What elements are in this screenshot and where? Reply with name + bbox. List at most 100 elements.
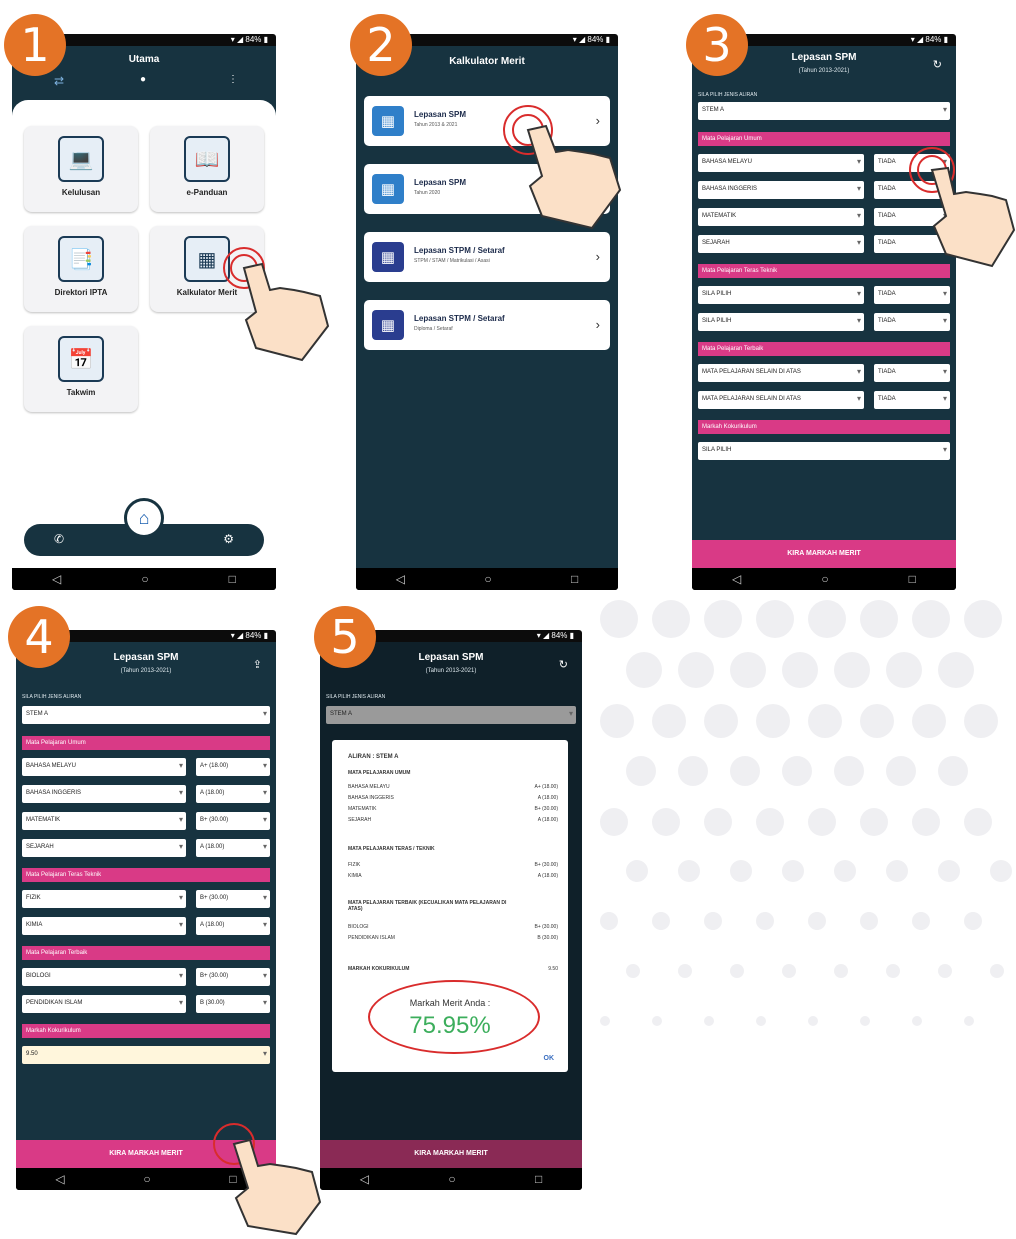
grade-select[interactable]: A (18.00) <box>196 917 270 935</box>
settings-icon[interactable]: ⚙ <box>223 532 234 546</box>
share-icon[interactable]: ⇪ <box>253 658 262 671</box>
pattern-dot <box>652 704 686 738</box>
subject-select[interactable]: BIOLOGI <box>22 968 186 986</box>
home-icon: ⌂ <box>138 508 150 528</box>
directory-icon: 📑 <box>58 236 104 282</box>
subject-select[interactable]: KIMIA <box>22 917 186 935</box>
tile-kelulusan[interactable]: 💻 Kelulusan <box>24 126 138 212</box>
home-nav-icon[interactable]: ○ <box>448 1172 455 1186</box>
pattern-dot <box>964 808 992 836</box>
grade-select[interactable]: B+ (30.00) <box>196 890 270 908</box>
back-icon[interactable]: ◁ <box>360 1172 369 1186</box>
home-nav-icon[interactable]: ○ <box>821 572 828 586</box>
pattern-dot <box>782 860 804 882</box>
phone-screen-5: ▾ ◢ 84% ▮ Lepasan SPM (Tahun 2013-2021) … <box>320 630 582 1190</box>
subject-select[interactable]: BAHASA INGGERIS <box>698 181 864 199</box>
subject-select[interactable]: SILA PILIH <box>698 286 864 304</box>
grade-select[interactable]: A+ (18.00) <box>196 758 270 776</box>
card-lepasan-stpm[interactable]: ▦ Lepasan STPM / Setaraf STPM / STAM / M… <box>364 232 610 282</box>
subject-select[interactable]: PENDIDIKAN ISLAM <box>22 995 186 1013</box>
pattern-dot <box>834 756 864 786</box>
dot-pattern <box>600 600 1016 1080</box>
pattern-dot <box>652 1016 662 1026</box>
subject-select[interactable]: BAHASA MELAYU <box>22 758 186 776</box>
calculator-icon: ▦ <box>372 310 404 340</box>
tile-e-panduan[interactable]: 📖 e-Panduan <box>150 126 264 212</box>
section-teras: MATA PELAJARAN TERAS / TEKNIK <box>348 846 435 852</box>
subject-select[interactable]: SEJARAH <box>22 839 186 857</box>
subject-select[interactable]: FIZIK <box>22 890 186 908</box>
pattern-dot <box>912 912 930 930</box>
pattern-dot <box>860 912 878 930</box>
home-button[interactable]: ⌂ <box>124 498 164 538</box>
tile-direktori-ipta[interactable]: 📑 Direktori IPTA <box>24 226 138 312</box>
pattern-dot <box>808 1016 818 1026</box>
subject-select[interactable]: MATEMATIK <box>22 812 186 830</box>
recent-icon[interactable]: □ <box>909 572 916 586</box>
ok-button[interactable]: OK <box>544 1055 555 1062</box>
subject-select[interactable]: MATA PELAJARAN SELAIN DI ATAS <box>698 364 864 382</box>
more-icon[interactable]: ⋮ <box>228 74 238 85</box>
subject-select[interactable]: SILA PILIH <box>698 313 864 331</box>
grade-select[interactable]: TIADA <box>874 286 950 304</box>
home-nav-icon[interactable]: ○ <box>141 572 148 586</box>
chevron-right-icon: › <box>595 249 600 264</box>
back-icon[interactable]: ◁ <box>732 572 741 586</box>
card-lepasan-diploma[interactable]: ▦ Lepasan STPM / Setaraf Diploma / Setar… <box>364 300 610 350</box>
card-subtitle: Tahun 2013 & 2021 <box>414 122 458 128</box>
subject-select[interactable]: BAHASA INGGERIS <box>22 785 186 803</box>
recent-icon[interactable]: □ <box>571 572 578 586</box>
calculate-button[interactable]: KIRA MARKAH MERIT <box>320 1140 582 1168</box>
grade-select[interactable]: TIADA <box>874 364 950 382</box>
step-badge-3: 3 <box>686 14 748 76</box>
pattern-dot <box>808 704 842 738</box>
share-icon[interactable]: ⇄ <box>54 74 64 88</box>
pattern-dot <box>756 1016 766 1026</box>
subject-select[interactable]: BAHASA MELAYU <box>698 154 864 172</box>
grade-select[interactable]: TIADA <box>874 391 950 409</box>
aliran-select[interactable]: STEM A <box>698 102 950 120</box>
card-title: Lepasan SPM <box>414 110 467 119</box>
recent-icon[interactable]: □ <box>535 1172 542 1186</box>
pattern-dot <box>600 704 634 738</box>
tile-takwim[interactable]: 📅 Takwim <box>24 326 138 412</box>
grade-select[interactable]: B (30.00) <box>196 995 270 1013</box>
subject-select[interactable]: SILA PILIH <box>698 442 950 460</box>
result-grade: B+ (30.00) <box>534 806 559 812</box>
aliran-select[interactable]: STEM A <box>22 706 270 724</box>
grade-select[interactable]: A (18.00) <box>196 839 270 857</box>
refresh-icon[interactable]: ↻ <box>933 58 942 71</box>
tile-label: Kelulusan <box>61 188 101 197</box>
step-badge-4: 4 <box>8 606 70 668</box>
pattern-dot <box>782 964 796 978</box>
refresh-icon[interactable]: ↻ <box>559 658 568 671</box>
result-grade: A (18.00) <box>537 795 558 801</box>
tap-hand-icon <box>503 105 622 230</box>
grade-select[interactable]: A (18.00) <box>196 785 270 803</box>
pattern-dot <box>808 912 826 930</box>
section-header: Markah Kokurikulum <box>698 420 950 434</box>
back-icon[interactable]: ◁ <box>52 572 61 586</box>
globe-icon[interactable]: ● <box>140 74 146 85</box>
pattern-dot <box>600 808 628 836</box>
back-icon[interactable]: ◁ <box>55 1172 64 1186</box>
grade-select[interactable]: TIADA <box>874 313 950 331</box>
pattern-dot <box>886 652 922 688</box>
home-nav-icon[interactable]: ○ <box>484 572 491 586</box>
subject-select[interactable]: SEJARAH <box>698 235 864 253</box>
home-nav-icon[interactable]: ○ <box>143 1172 150 1186</box>
back-icon[interactable]: ◁ <box>396 572 405 586</box>
aliran-select[interactable]: STEM A <box>326 706 576 724</box>
subject-select[interactable]: MATEMATIK <box>698 208 864 226</box>
recent-icon[interactable]: □ <box>229 572 236 586</box>
subject-select[interactable]: MATA PELAJARAN SELAIN DI ATAS <box>698 391 864 409</box>
grade-select[interactable]: B+ (30.00) <box>196 968 270 986</box>
grade-select[interactable]: B+ (30.00) <box>196 812 270 830</box>
page-subtitle: (Tahun 2013-2021) <box>120 668 172 674</box>
subject-select[interactable]: 9.50 <box>22 1046 270 1064</box>
phone-icon[interactable]: ✆ <box>54 532 64 546</box>
calculate-button[interactable]: KIRA MARKAH MERIT <box>692 540 956 568</box>
pattern-dot <box>964 912 982 930</box>
card-subtitle: STPM / STAM / Matrikulasi / Asasi <box>414 258 490 264</box>
card-title: Lepasan STPM / Setaraf <box>414 246 505 255</box>
